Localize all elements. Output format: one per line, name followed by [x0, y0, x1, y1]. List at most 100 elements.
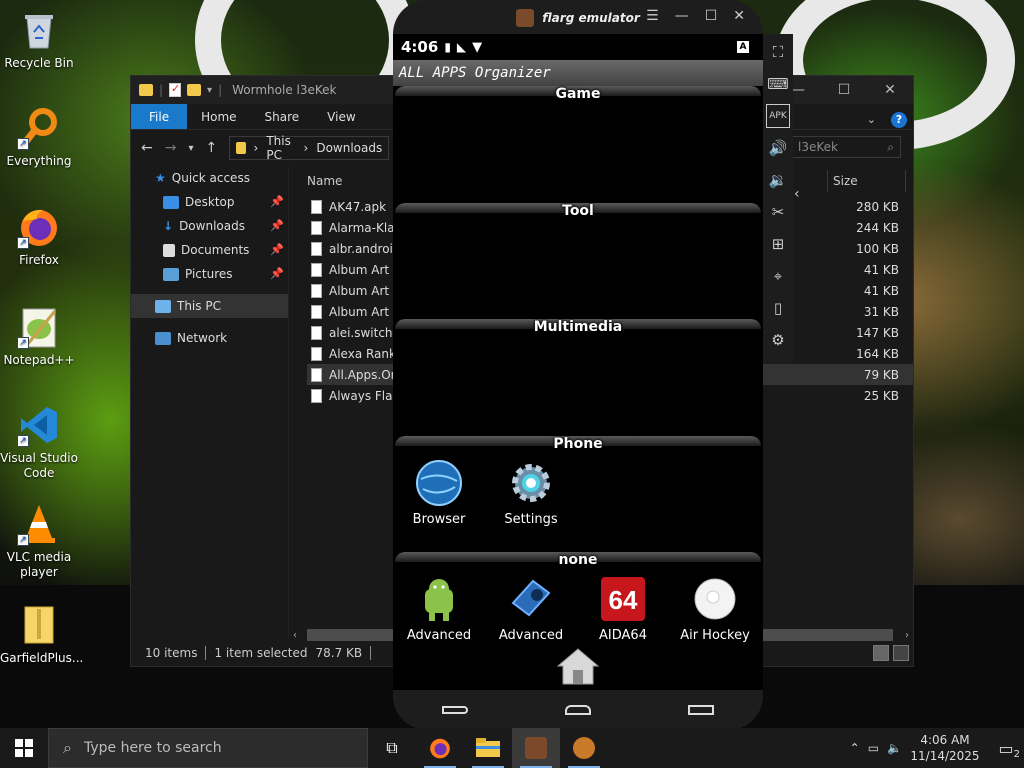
- menu-icon[interactable]: ☰: [646, 8, 659, 24]
- android-screen[interactable]: 4:06 ▮ ◣ ▼ A ALL APPS Organizer Game Tool…: [393, 34, 763, 690]
- scroll-left-icon[interactable]: ‹: [293, 630, 297, 641]
- breadcrumb-chevron-icon[interactable]: ›: [254, 141, 259, 155]
- help-icon[interactable]: ?: [891, 111, 907, 128]
- app-label: Settings: [504, 511, 558, 527]
- back-icon[interactable]: [441, 706, 468, 714]
- taskbar-search-box[interactable]: ⌕ Type here to search: [48, 728, 368, 768]
- up-arrow-icon[interactable]: ↑: [206, 140, 218, 156]
- taskbar-app-extra[interactable]: [560, 728, 608, 768]
- breadcrumb-this-pc[interactable]: This PC: [266, 134, 295, 162]
- screenshot-scissors-icon[interactable]: ✂: [766, 200, 790, 224]
- file-icon: [311, 220, 322, 235]
- column-divider[interactable]: [827, 170, 828, 192]
- show-hidden-icons-icon[interactable]: ⌃: [850, 741, 860, 755]
- location-icon[interactable]: ⌖: [766, 264, 790, 288]
- address-bar[interactable]: › This PC › Downloads: [229, 134, 390, 162]
- category-section: Game: [393, 86, 763, 203]
- desktop-icon-firefox[interactable]: ↗ Firefox: [0, 205, 78, 268]
- volume-muted-icon[interactable]: 🔈: [887, 741, 902, 755]
- nav-item-desktop[interactable]: Desktop 📌: [131, 190, 288, 214]
- app-shortcut[interactable]: Browser: [393, 458, 485, 527]
- app-shortcut[interactable]: Air Hockey: [669, 574, 761, 643]
- taskbar-firefox[interactable]: [416, 728, 464, 768]
- tab-share[interactable]: Share: [251, 104, 314, 129]
- settings-gear-icon[interactable]: ⚙: [766, 328, 790, 352]
- nav-item-label: Downloads: [179, 219, 245, 233]
- app-shortcut[interactable]: Advanced: [393, 574, 485, 643]
- emulator-sidebar: ⛶ ⌨ APK 🔊 🔉 ✂ ⊞ ⌖ ▯ ⚙: [763, 34, 793, 364]
- nav-item-label: Desktop: [185, 195, 235, 209]
- customize-qat-icon[interactable]: ▾: [207, 85, 212, 96]
- search-input[interactable]: l3eKek ⌕: [791, 136, 901, 158]
- home-icon[interactable]: [556, 646, 600, 686]
- properties-icon[interactable]: [169, 82, 182, 97]
- close-icon[interactable]: ✕: [867, 76, 913, 104]
- taskbar-file-explorer[interactable]: [464, 728, 512, 768]
- emulator-window[interactable]: flarg emulator ☰ — ☐ ✕ 4:06 ▮ ◣ ▼ A ALL …: [393, 0, 763, 730]
- nav-item-pictures[interactable]: Pictures 📌: [131, 262, 288, 286]
- sidebar-collapse-icon[interactable]: ‹: [794, 186, 800, 202]
- nav-item-this-pc[interactable]: This PC: [131, 294, 288, 318]
- home-nav-icon[interactable]: [564, 705, 591, 715]
- desktop-icon-vlc[interactable]: ↗ VLC media player: [0, 502, 78, 580]
- search-icon: ⌕: [887, 139, 894, 154]
- scroll-right-icon[interactable]: ›: [905, 630, 909, 641]
- start-button[interactable]: [0, 728, 48, 768]
- nav-item-network[interactable]: Network: [131, 326, 288, 350]
- app-label: AIDA64: [599, 628, 647, 643]
- volume-down-icon[interactable]: 🔉: [766, 168, 790, 192]
- network-tray-icon[interactable]: ▭: [868, 741, 879, 755]
- breadcrumb-chevron-icon[interactable]: ›: [304, 141, 309, 155]
- desktop-icon-everything[interactable]: ↗ Everything: [0, 106, 78, 169]
- computer-icon: [155, 299, 171, 313]
- details-view-icon[interactable]: [873, 645, 889, 661]
- large-icons-view-icon[interactable]: [893, 645, 909, 661]
- ribbon-expand-icon[interactable]: ⌄: [867, 113, 876, 126]
- file-name: Album Art G: [329, 283, 403, 298]
- multi-instance-icon[interactable]: ⊞: [766, 232, 790, 256]
- folder-zip-icon: [17, 603, 61, 647]
- desktop-icon-recycle-bin[interactable]: Recycle Bin: [0, 8, 78, 71]
- column-divider[interactable]: [905, 170, 906, 192]
- apk-install-icon[interactable]: APK: [766, 104, 790, 128]
- nav-item-quick-access[interactable]: ★ Quick access: [131, 166, 288, 190]
- close-icon[interactable]: ✕: [733, 8, 745, 24]
- category-label: none: [558, 552, 598, 568]
- new-folder-icon[interactable]: [187, 84, 202, 96]
- view-toggle: [873, 645, 909, 661]
- nav-item-documents[interactable]: Documents 📌: [131, 238, 288, 262]
- breadcrumb-downloads[interactable]: Downloads: [316, 141, 382, 155]
- desktop-icon-vscode[interactable]: ↗ Visual Studio Code: [0, 403, 78, 481]
- maximize-icon[interactable]: ☐: [705, 8, 718, 24]
- notepadpp-icon: ↗: [17, 305, 61, 349]
- app-shortcut[interactable]: 64 AIDA64: [577, 574, 669, 643]
- shake-icon[interactable]: ▯: [766, 296, 790, 320]
- nav-item-downloads[interactable]: ↓ Downloads 📌: [131, 214, 288, 238]
- fullscreen-icon[interactable]: ⛶: [766, 40, 790, 64]
- app-shortcut[interactable]: Advanced: [485, 574, 577, 643]
- taskbar-emulator[interactable]: [512, 728, 560, 768]
- column-header-size[interactable]: Size: [833, 174, 858, 188]
- keyboard-icon[interactable]: ⌨: [766, 72, 790, 96]
- app-shortcut[interactable]: Settings: [485, 458, 577, 527]
- back-arrow-icon[interactable]: ←: [141, 140, 153, 156]
- everything-search-icon: ↗: [17, 106, 61, 150]
- taskbar-clock[interactable]: 4:06 AM 11/14/2025: [910, 732, 980, 764]
- task-view-button[interactable]: ⧉: [368, 728, 416, 768]
- tab-file[interactable]: File: [131, 104, 188, 129]
- recent-apps-icon[interactable]: [688, 705, 715, 715]
- volume-up-icon[interactable]: 🔊: [766, 136, 790, 160]
- forward-arrow-icon[interactable]: →: [165, 140, 177, 156]
- minimize-icon[interactable]: —: [675, 8, 689, 24]
- file-name: Album Art G: [329, 304, 403, 319]
- category-section: Phone Browser Settings: [393, 435, 763, 553]
- tab-home[interactable]: Home: [187, 104, 250, 129]
- desktop-icon-notepadpp[interactable]: ↗ Notepad++: [0, 305, 78, 368]
- maximize-icon[interactable]: ☐: [821, 76, 867, 104]
- tab-view[interactable]: View: [313, 104, 369, 129]
- column-header-name[interactable]: Name: [307, 174, 342, 188]
- notification-center-icon[interactable]: ▭ 2: [988, 739, 1024, 760]
- recent-locations-icon[interactable]: ▾: [188, 143, 193, 154]
- desktop-icon-garfieldplus[interactable]: GarfieldPlus...: [0, 603, 83, 666]
- system-tray: ⌃ ▭ 🔈 4:06 AM 11/14/2025 ▭ 2: [850, 728, 1024, 768]
